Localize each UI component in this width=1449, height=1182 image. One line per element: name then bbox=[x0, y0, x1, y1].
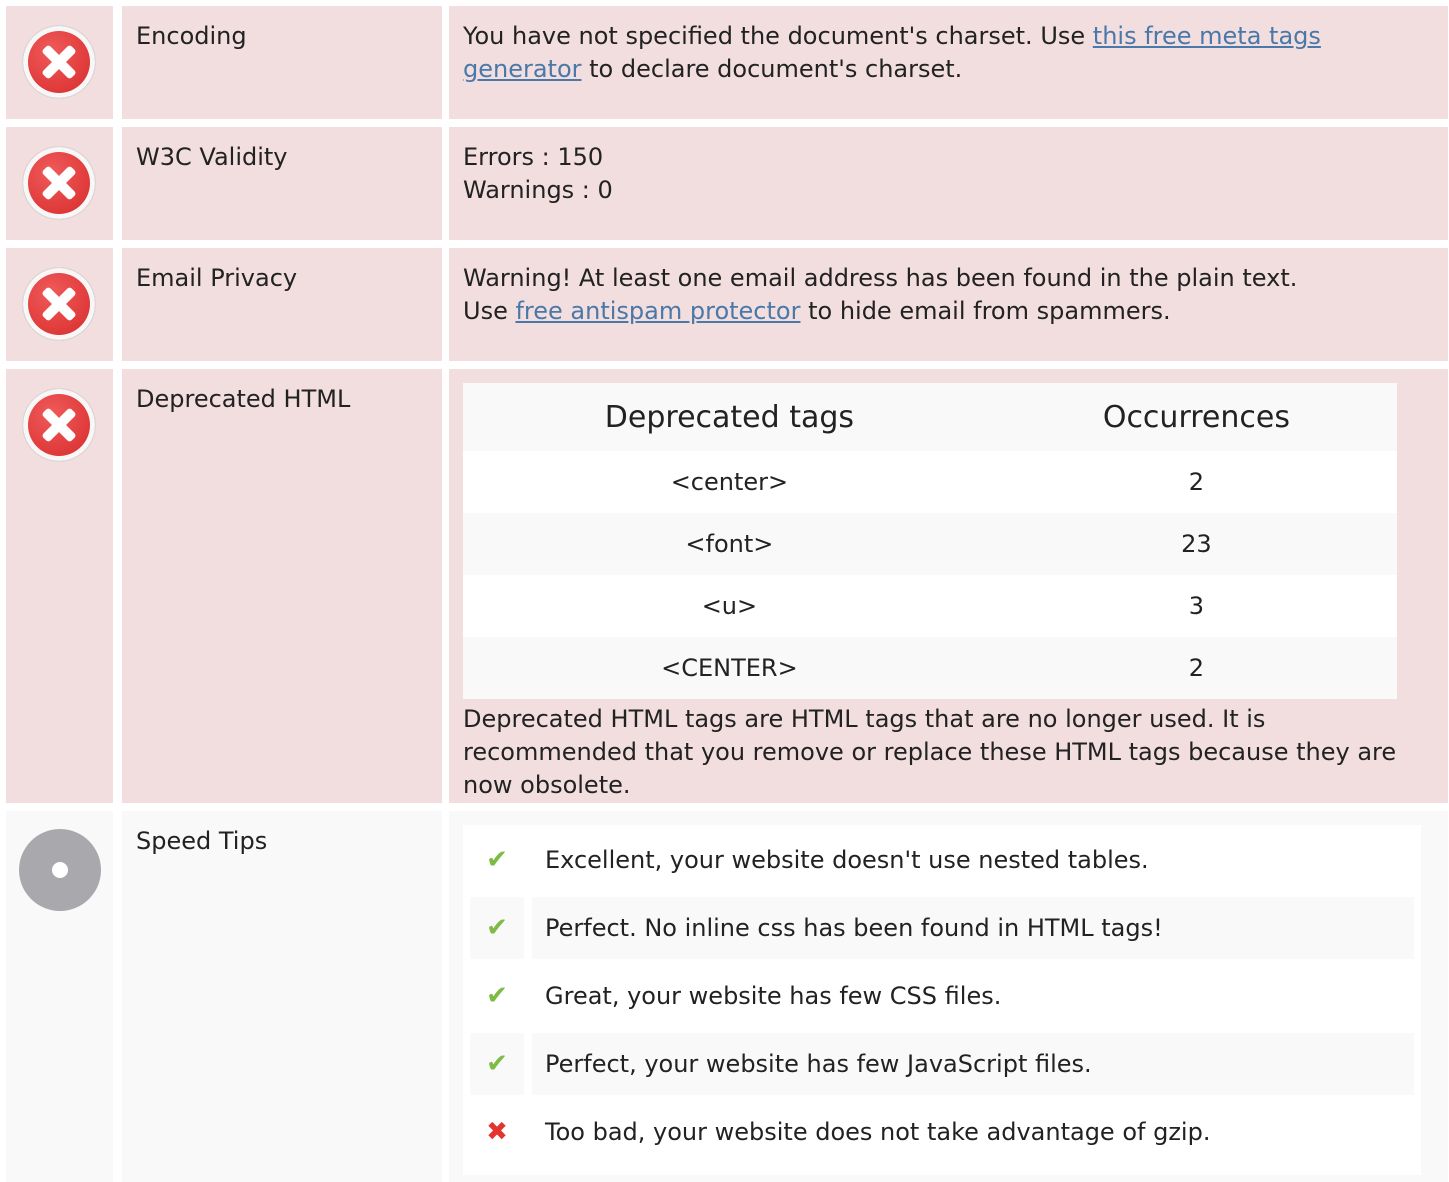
w3c-validity-row: W3C Validity Errors : 150 Warnings : 0 bbox=[6, 127, 1448, 240]
encoding-text-before: You have not specified the document's ch… bbox=[463, 22, 1093, 50]
tip-text: Perfect, your website has few JavaScript… bbox=[532, 1033, 1414, 1095]
occurrence-cell: 2 bbox=[995, 637, 1397, 699]
email-warning-text: Warning! At least one email address has … bbox=[463, 264, 1298, 292]
checkmark-icon: ✔ bbox=[470, 1033, 524, 1095]
occurrence-cell: 2 bbox=[995, 451, 1397, 513]
email-privacy-row: Email Privacy Warning! At least one emai… bbox=[6, 248, 1448, 361]
list-item: ✔ Excellent, your website doesn't use ne… bbox=[470, 829, 1414, 897]
deprecated-html-content: Deprecated tags Occurrences <center> 2 <… bbox=[449, 369, 1448, 803]
w3c-validity-content: Errors : 150 Warnings : 0 bbox=[449, 127, 1448, 240]
table-row: <font> 23 bbox=[463, 513, 1397, 575]
encoding-status-cell bbox=[6, 6, 113, 119]
table-header-row: Deprecated tags Occurrences bbox=[463, 383, 1397, 451]
neutral-dot-icon bbox=[19, 829, 101, 911]
w3c-status-cell bbox=[6, 127, 113, 240]
email-privacy-content: Warning! At least one email address has … bbox=[449, 248, 1448, 361]
tag-cell: <u> bbox=[463, 575, 996, 637]
tag-cell: <CENTER> bbox=[463, 637, 996, 699]
list-item: ✔ Perfect, your website has few JavaScri… bbox=[470, 1033, 1414, 1101]
checkmark-icon: ✔ bbox=[486, 981, 508, 1011]
list-item: ✔ Great, your website has few CSS files. bbox=[470, 965, 1414, 1033]
encoding-label: Encoding bbox=[122, 6, 442, 119]
speed-tips-label: Speed Tips bbox=[122, 811, 442, 1182]
tag-cell: <center> bbox=[463, 451, 996, 513]
tip-text: Great, your website has few CSS files. bbox=[545, 982, 1002, 1010]
deprecated-html-row: Deprecated HTML Deprecated tags Occurren… bbox=[6, 369, 1448, 803]
email-advice-after: to hide email from spammers. bbox=[800, 297, 1171, 325]
speed-tips-status-cell bbox=[6, 811, 113, 1182]
deprecated-html-label: Deprecated HTML bbox=[122, 369, 442, 803]
deprecated-tags-table: Deprecated tags Occurrences <center> 2 <… bbox=[463, 383, 1397, 699]
tag-cell: <font> bbox=[463, 513, 996, 575]
email-status-cell bbox=[6, 248, 113, 361]
email-advice-text: Use free antispam protector to hide emai… bbox=[463, 295, 1432, 328]
column-header-occurrences: Occurrences bbox=[995, 383, 1397, 451]
checkmark-icon: ✔ bbox=[470, 897, 524, 959]
occurrence-cell: 23 bbox=[995, 513, 1397, 575]
email-advice-before: Use bbox=[463, 297, 516, 325]
email-privacy-label: Email Privacy bbox=[122, 248, 442, 361]
w3c-errors-count: Errors : 150 bbox=[463, 143, 604, 171]
encoding-row: Encoding You have not specified the docu… bbox=[6, 6, 1448, 119]
list-item: ✔ Perfect. No inline css has been found … bbox=[470, 897, 1414, 965]
antispam-protector-link[interactable]: free antispam protector bbox=[515, 297, 800, 325]
table-row: <CENTER> 2 bbox=[463, 637, 1397, 699]
error-x-icon bbox=[23, 268, 95, 340]
encoding-text-after: to declare document's charset. bbox=[581, 55, 963, 83]
speed-tips-content: ✔ Excellent, your website doesn't use ne… bbox=[449, 811, 1448, 1182]
w3c-warnings-count: Warnings : 0 bbox=[463, 176, 613, 204]
tip-text: Too bad, your website does not take adva… bbox=[545, 1118, 1211, 1146]
w3c-validity-label: W3C Validity bbox=[122, 127, 442, 240]
error-x-icon bbox=[23, 26, 95, 98]
deprecated-status-cell bbox=[6, 369, 113, 803]
deprecated-html-note: Deprecated HTML tags are HTML tags that … bbox=[463, 705, 1397, 799]
tip-text: Excellent, your website doesn't use nest… bbox=[545, 846, 1149, 874]
error-x-icon bbox=[23, 389, 95, 461]
error-x-icon bbox=[23, 147, 95, 219]
speed-tips-row: Speed Tips ✔ Excellent, your website doe… bbox=[6, 811, 1448, 1182]
speed-tips-list: ✔ Excellent, your website doesn't use ne… bbox=[463, 825, 1421, 1175]
list-item: ✖ Too bad, your website does not take ad… bbox=[470, 1101, 1414, 1169]
cross-icon: ✖ bbox=[486, 1117, 508, 1147]
table-row: <center> 2 bbox=[463, 451, 1397, 513]
column-header-tags: Deprecated tags bbox=[463, 383, 996, 451]
encoding-content: You have not specified the document's ch… bbox=[449, 6, 1448, 119]
tip-text: Perfect. No inline css has been found in… bbox=[532, 897, 1414, 959]
occurrence-cell: 3 bbox=[995, 575, 1397, 637]
table-row: <u> 3 bbox=[463, 575, 1397, 637]
checkmark-icon: ✔ bbox=[486, 845, 508, 875]
